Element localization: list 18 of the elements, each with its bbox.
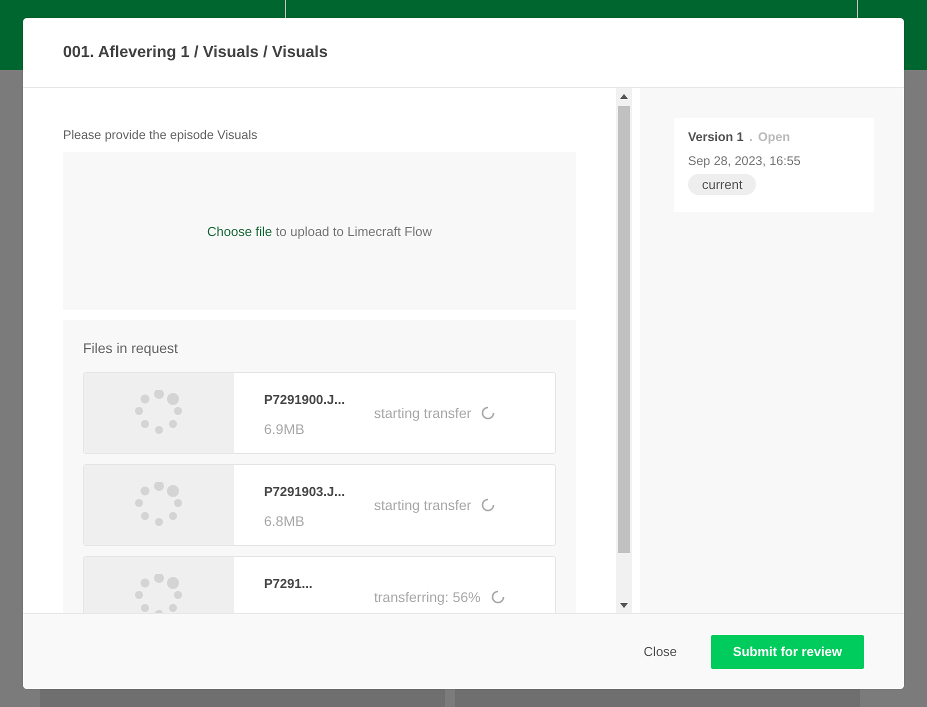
dialog-title: 001. Aflevering 1 / Visuals / Visuals (63, 44, 328, 62)
drop-zone[interactable]: Choose file to upload to Limecraft Flow (63, 152, 576, 310)
choose-file-link[interactable]: Choose file (207, 224, 272, 238)
file-name: P7291903.J... (264, 484, 345, 499)
file-size: 6.8MB (264, 513, 304, 529)
file-name: P7291... (264, 576, 312, 591)
file-size: 6.9MB (264, 421, 304, 437)
upload-instruction: Choose file to upload to Limecraft Flow (207, 224, 432, 238)
files-heading: Files in request (83, 340, 179, 356)
transfer-status: starting transfer (374, 497, 472, 513)
file-name: P7291900.J... (264, 392, 345, 407)
close-button[interactable]: Close (638, 643, 683, 660)
transfer-status: starting transfer (374, 405, 472, 421)
transfer-status: transferring: 56% (374, 589, 481, 605)
version-tag: current (688, 174, 756, 195)
version-heading: Version 1 . Open (688, 130, 790, 144)
version-date: Sep 28, 2023, 16:55 (688, 154, 802, 168)
upload-prompt: Please provide the episode Visuals (63, 128, 258, 142)
